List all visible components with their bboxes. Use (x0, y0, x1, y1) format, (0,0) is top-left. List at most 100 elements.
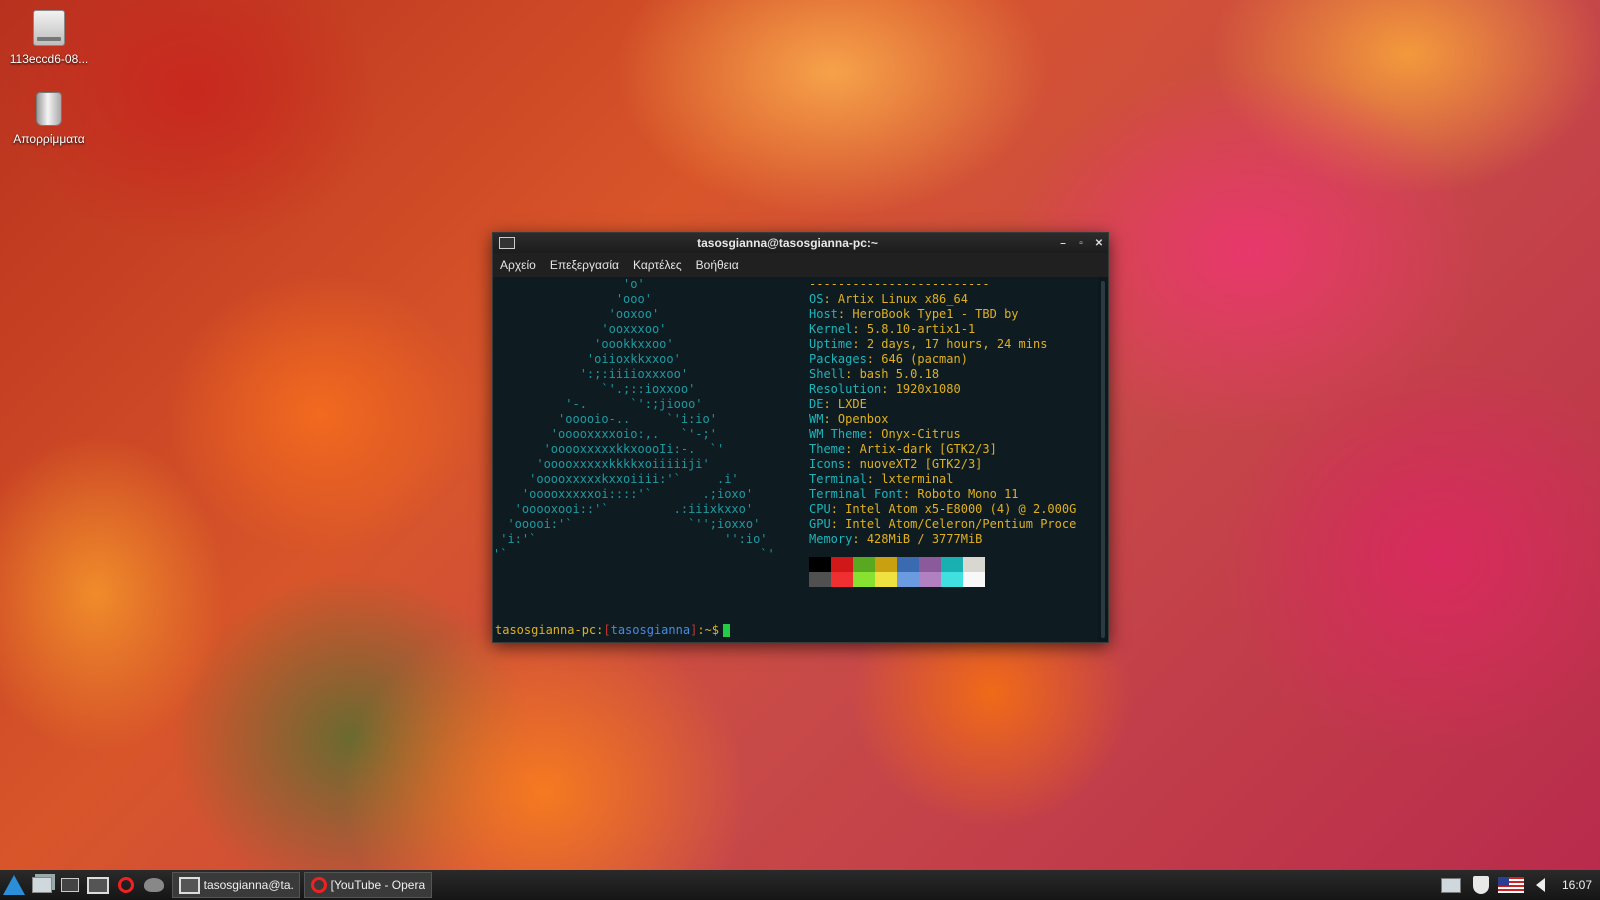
info-row: Host: HeroBook Type1 - TBD by (809, 307, 1098, 322)
info-colon: : (852, 337, 867, 351)
menu-tabs[interactable]: Καρτέλες (626, 258, 689, 272)
task-opera[interactable]: [YouTube - Opera] (304, 872, 432, 898)
security-button[interactable] (1466, 872, 1496, 898)
info-value: Intel Atom x5-E8000 (4) @ 2.000G (845, 502, 1077, 516)
info-value: Roboto Mono 11 (917, 487, 1019, 501)
terminal-icon (87, 876, 109, 894)
palette-swatch (853, 572, 875, 587)
palette-swatch (875, 557, 897, 572)
logo-line: 'oiioxkkxxoo' (493, 352, 681, 366)
title-bar[interactable]: tasosgianna@tasosgianna-pc:~ – ▫ ✕ (493, 233, 1108, 253)
terminal-output[interactable]: 'o' 'ooo' 'ooxoo' 'ooxxxoo' 'oookkxxoo' … (493, 277, 1098, 642)
palette-swatch (897, 557, 919, 572)
info-key: Kernel (809, 322, 853, 336)
shell-prompt[interactable]: tasosgianna-pc:[tasosgianna]:~$ (495, 623, 731, 638)
info-key: Terminal (809, 472, 867, 486)
info-colon: : (902, 487, 918, 501)
app-menu-button[interactable] (0, 872, 28, 898)
prompt-user: tasosgianna (610, 623, 691, 637)
file-manager-button[interactable] (28, 872, 56, 898)
maximize-button[interactable]: ▫ (1072, 238, 1090, 249)
info-colon: : (837, 307, 853, 321)
terminal-window[interactable]: tasosgianna@tasosgianna-pc:~ – ▫ ✕ Αρχεί… (492, 232, 1109, 643)
info-colon: : (830, 502, 846, 516)
info-value: LXDE (837, 397, 867, 411)
palette-swatch (809, 572, 831, 587)
keyboard-layout-button[interactable] (1496, 872, 1526, 898)
gimp-icon (144, 878, 164, 892)
show-desktop-button[interactable] (56, 872, 84, 898)
task-label: [YouTube - Opera] (330, 878, 425, 892)
info-key: Icons (809, 457, 846, 471)
info-value: Artix-dark [GTK2/3] (859, 442, 997, 456)
info-value: lxterminal (881, 472, 954, 486)
logo-line: 'o' (493, 277, 645, 291)
info-key: Shell (809, 367, 846, 381)
palette-swatch (963, 557, 985, 572)
info-colon: : (852, 532, 867, 546)
menu-help[interactable]: Βοήθεια (689, 258, 746, 272)
info-row: GPU: Intel Atom/Celeron/Pentium Proce (809, 517, 1098, 532)
logo-line: '-. `':;jiooo' (493, 397, 703, 411)
info-colon: : (845, 457, 860, 471)
info-row: Theme: Artix-dark [GTK2/3] (809, 442, 1098, 457)
info-colon: : (866, 427, 882, 441)
info-row: Terminal: lxterminal (809, 472, 1098, 487)
window-title: tasosgianna@tasosgianna-pc:~ (697, 236, 878, 250)
file-manager-icon (32, 877, 52, 893)
menu-file[interactable]: Αρχείο (493, 258, 543, 272)
volume-button[interactable] (1526, 872, 1556, 898)
terminal-app-icon[interactable] (499, 237, 515, 249)
opera-launcher-button[interactable] (112, 872, 140, 898)
menu-edit[interactable]: Επεξεργασία (543, 258, 626, 272)
info-value: 646 (pacman) (881, 352, 968, 366)
info-value: Artix Linux x86_64 (837, 292, 968, 306)
close-button[interactable]: ✕ (1090, 238, 1108, 249)
task-terminal[interactable]: tasosgianna@ta... (172, 872, 300, 898)
scrollbar[interactable] (1098, 277, 1108, 642)
info-key: Theme (809, 442, 846, 456)
info-row: WM Theme: Onyx-Citrus (809, 427, 1098, 442)
info-row: Uptime: 2 days, 17 hours, 24 mins (809, 337, 1098, 352)
info-value: bash 5.0.18 (859, 367, 940, 381)
scrollbar-thumb[interactable] (1101, 281, 1105, 638)
info-colon: : (866, 472, 882, 486)
info-colon: : (823, 292, 838, 306)
logo-line: 'i:'` '':io' (493, 532, 768, 546)
info-key: Packages (809, 352, 867, 366)
info-key: DE (809, 397, 824, 411)
minimize-button[interactable]: – (1054, 238, 1072, 249)
trash-icon (36, 92, 62, 126)
desktop-icon-trash[interactable]: Απορρίμματα (4, 92, 94, 146)
palette-swatch (919, 557, 941, 572)
logo-line: ':;:iiiioxxxoo' (493, 367, 689, 381)
info-colon: : (866, 352, 882, 366)
clock[interactable]: 16:07 (1556, 878, 1600, 892)
terminal-launcher-button[interactable] (84, 872, 112, 898)
info-row: Terminal Font: Roboto Mono 11 (809, 487, 1098, 502)
logo-line: `'.;::ioxxoo' (493, 382, 696, 396)
drive-icon (33, 10, 65, 46)
logo-line: 'ooooxxxxxoi::::'` .;ioxo' (493, 487, 754, 501)
desktop-icon-drive[interactable]: 113eccd6-08... (4, 10, 94, 66)
info-key: Host (809, 307, 838, 321)
info-colon: : (830, 517, 846, 531)
palette-swatch (853, 557, 875, 572)
taskbar: tasosgianna@ta... [YouTube - Opera] 16:0… (0, 870, 1600, 900)
gimp-launcher-button[interactable] (140, 872, 168, 898)
task-label: tasosgianna@ta... (203, 878, 293, 892)
info-value: Openbox (837, 412, 889, 426)
show-desktop-icon (61, 878, 79, 892)
system-info: ------------------------- OS: Artix Linu… (809, 277, 1098, 547)
info-value: 5.8.10-artix1-1 (866, 322, 976, 336)
palette-swatch (875, 572, 897, 587)
info-colon: : (881, 382, 896, 396)
logo-line: 'oookkxxoo' (493, 337, 674, 351)
info-value: nuoveXT2 [GTK2/3] (859, 457, 983, 471)
network-button[interactable] (1436, 872, 1466, 898)
info-value: 428MiB / 3777MiB (866, 532, 983, 546)
info-row: OS: Artix Linux x86_64 (809, 292, 1098, 307)
logo-line: 'ooooi:'` `'';ioxxo' (493, 517, 761, 531)
info-separator: ------------------------- (809, 277, 990, 291)
logo-line: 'ooooxooi::'` .:iiixkxxo' (493, 502, 754, 516)
